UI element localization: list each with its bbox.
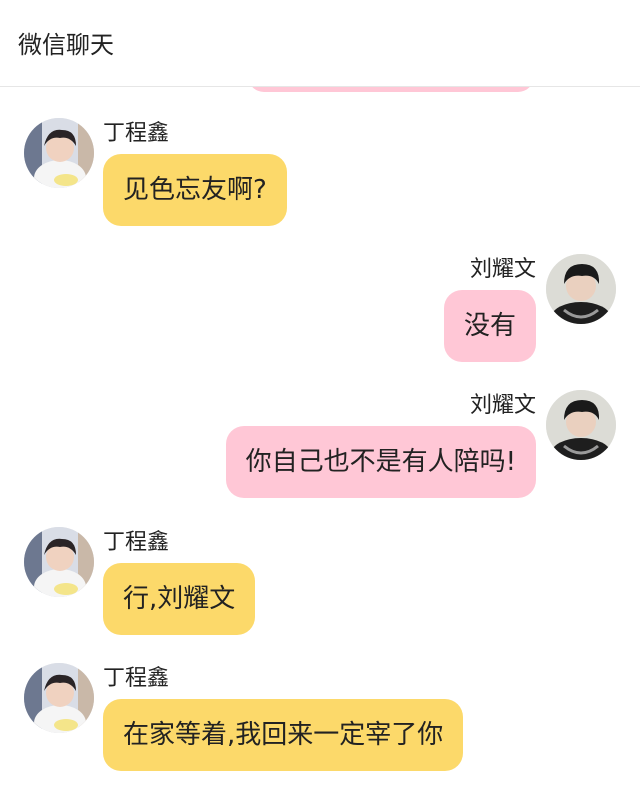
sender-name: 刘耀文 (469, 257, 536, 282)
sender-name: 丁程鑫 (103, 530, 170, 555)
sender-name: 丁程鑫 (103, 121, 170, 146)
avatar[interactable] (24, 118, 94, 188)
message-bubble[interactable]: 没有 (443, 290, 536, 362)
chat-area[interactable]: 丁程鑫 见色忘友啊? 刘耀文 没有 刘耀文 你自己也不是有人陪吗! 丁程鑫 行,… (0, 0, 640, 789)
avatar[interactable] (546, 254, 616, 324)
sender-name: 刘耀文 (469, 393, 536, 418)
page-title: 微信聊天 (18, 31, 114, 59)
chat-header: 微信聊天 (0, 0, 640, 87)
avatar[interactable] (546, 390, 616, 460)
avatar[interactable] (24, 527, 94, 597)
message-bubble[interactable]: 见色忘友啊? (103, 154, 287, 226)
avatar[interactable] (24, 663, 94, 733)
message-bubble[interactable]: 在家等着,我回来一定宰了你 (103, 699, 464, 771)
message-bubble[interactable]: 行,刘耀文 (103, 563, 256, 635)
sender-name: 丁程鑫 (103, 666, 170, 691)
message-bubble[interactable]: 你自己也不是有人陪吗! (225, 426, 536, 498)
